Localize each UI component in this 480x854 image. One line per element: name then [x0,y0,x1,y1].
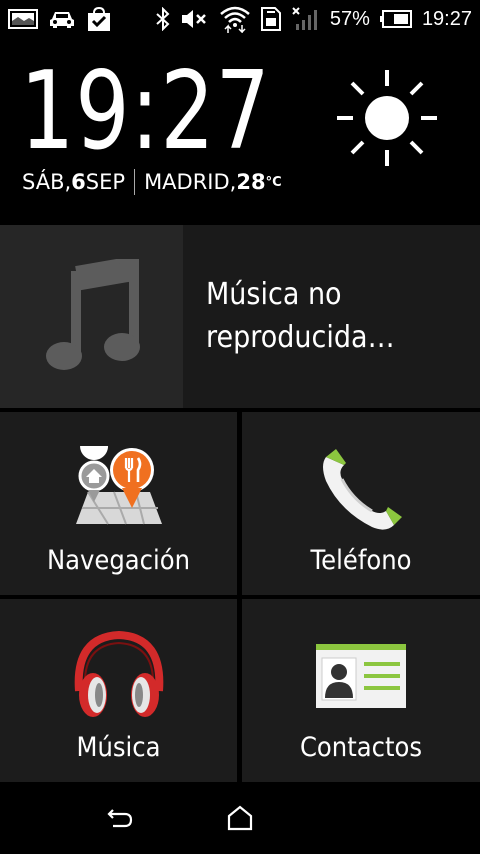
mute-icon [180,8,210,30]
city-name: MADRID, [144,170,237,194]
navigation-bar [0,782,480,854]
contacts-label: Contactos [299,732,423,763]
status-bar: 57% 19:27 [0,0,480,38]
battery-percent: 57% [329,7,370,30]
home-icon[interactable] [220,800,260,836]
temperature: 28 [236,170,266,194]
wifi-icon [219,5,251,33]
map-pins-icon [74,440,164,540]
date-number: 6 [71,170,86,194]
phone-label: Teléfono [310,545,412,576]
status-time: 19:27 [421,7,472,30]
phone-icon [316,440,406,540]
music-player-tile[interactable]: Música no reproducida… [0,225,480,408]
sun-icon[interactable] [332,66,442,174]
date-location-line: SÁB, 6 SEP MADRID, 28 °C [22,169,282,195]
signal-icon [291,6,321,32]
clock-widget[interactable]: 19:27 SÁB, 6 SEP MADRID, 28 °C [0,38,480,224]
headphones-icon [71,627,167,727]
car-icon [48,8,76,30]
music-status-text: Música no reproducida… [206,277,395,355]
contact-card-icon [314,627,408,727]
navigation-label: Navegación [46,545,191,576]
battery-icon [379,9,413,29]
image-icon [8,8,38,30]
date-day: SÁB, [22,170,72,194]
back-icon[interactable] [100,800,140,836]
music-tile[interactable]: Música [0,599,237,782]
navigation-tile[interactable]: Navegación [0,412,237,595]
music-note-icon [0,225,183,408]
music-label: Música [76,732,161,763]
clock-time: 19:27 [20,49,271,174]
sim-icon [260,6,282,32]
phone-tile[interactable]: Teléfono [242,412,480,595]
bluetooth-icon [155,7,171,31]
bag-check-icon [86,6,112,32]
temperature-unit: °C [265,174,282,190]
date-separator [134,169,136,195]
date-month: SEP [85,170,126,194]
contacts-tile[interactable]: Contactos [242,599,480,782]
